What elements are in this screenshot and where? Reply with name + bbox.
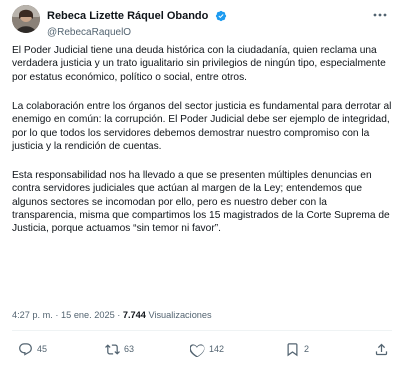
heart-icon	[190, 343, 205, 357]
meta-separator: ·	[55, 310, 59, 320]
bookmark-icon	[287, 342, 298, 356]
share-icon	[375, 343, 388, 355]
divider	[12, 330, 392, 331]
avatar-image	[12, 5, 40, 33]
meta-separator: ·	[117, 310, 121, 320]
retweet-button[interactable]: 63	[105, 341, 134, 357]
author-block: Rebeca Lizette Ráquel Obando @RebecaRaqu…	[47, 7, 227, 38]
views-label: Visualizaciones	[148, 310, 212, 320]
action-bar: 45 63 142 2	[18, 341, 392, 359]
tweet-header: Rebeca Lizette Ráquel Obando @RebecaRaqu…	[12, 5, 392, 41]
tweet-date[interactable]: 15 ene. 2025	[61, 310, 115, 320]
more-options-icon[interactable]	[372, 9, 388, 21]
share-button[interactable]	[374, 341, 389, 357]
tweet-paragraph: Esta responsabilidad nos ha llevado a qu…	[12, 169, 390, 235]
reply-count: 45	[37, 344, 48, 354]
tweet-time[interactable]: 4:27 p. m.	[12, 310, 53, 320]
reply-icon	[19, 342, 32, 356]
tweet-text: El Poder Judicial tiene una deuda histór…	[12, 44, 392, 251]
views-count: 7.744	[122, 310, 146, 320]
retweet-icon	[105, 343, 120, 355]
bookmark-count: 2	[304, 344, 310, 354]
tweet-paragraph: El Poder Judicial tiene una deuda histór…	[12, 45, 386, 83]
author-handle[interactable]: @RebecaRaquelO	[47, 27, 227, 38]
tweet-meta: 4:27 p. m. · 15 ene. 2025 · 7.744 Visual…	[12, 310, 212, 320]
like-button[interactable]: 142	[190, 341, 224, 357]
bookmark-button[interactable]: 2	[285, 341, 309, 357]
author-display-name[interactable]: Rebeca Lizette Ráquel Obando	[47, 10, 208, 22]
retweet-count: 63	[124, 344, 135, 354]
like-count: 142	[209, 344, 225, 354]
reply-button[interactable]: 45	[18, 341, 47, 357]
tweet-paragraph: La colaboración entre los órganos del se…	[12, 100, 392, 152]
avatar[interactable]	[12, 5, 40, 33]
verified-badge-icon	[215, 10, 227, 22]
tweet-card: Rebeca Lizette Ráquel Obando @RebecaRaqu…	[0, 0, 402, 369]
